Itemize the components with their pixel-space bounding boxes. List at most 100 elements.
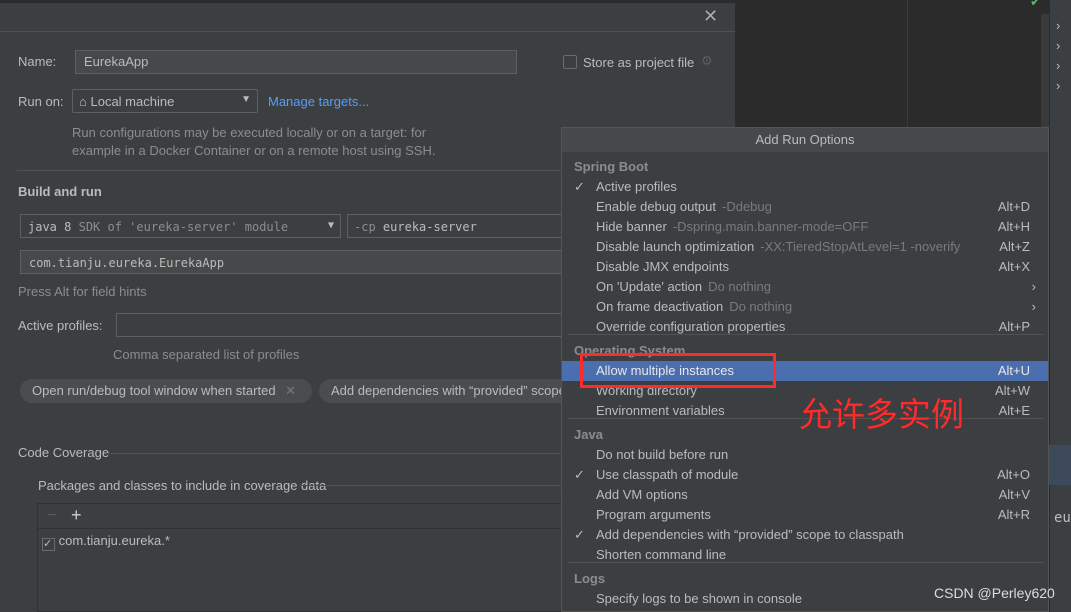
highlight-box bbox=[580, 353, 776, 388]
menu-item-text: Specify logs to be shown in console bbox=[596, 591, 802, 606]
check-icon: ✓ bbox=[574, 179, 585, 194]
active-profiles-input[interactable] bbox=[116, 313, 566, 337]
menu-item-hint: -Ddebug bbox=[722, 199, 772, 214]
menu-item-label: Active profiles bbox=[596, 177, 677, 197]
menu-item-text: Environment variables bbox=[596, 403, 725, 418]
menu-item-shortcut: Alt+R bbox=[997, 507, 1030, 522]
chevron-right-icon[interactable]: › bbox=[1056, 58, 1060, 73]
popup-title: Add Run Options bbox=[562, 128, 1048, 152]
name-input[interactable]: EurekaApp bbox=[75, 50, 517, 74]
gear-icon[interactable]: ⚙ bbox=[701, 53, 713, 69]
menu-item[interactable]: Program arguments Alt+R bbox=[562, 505, 1048, 525]
menu-item-shortcut: Alt+W bbox=[994, 383, 1030, 398]
menu-item-label: Disable JMX endpoints bbox=[596, 257, 729, 277]
menu-item-shortcut: Alt+U bbox=[997, 363, 1030, 378]
menu-item-shortcut: Alt+D bbox=[997, 199, 1030, 214]
classpath-select[interactable]: -cp eureka-server bbox=[347, 214, 567, 238]
menu-section-title: Spring Boot bbox=[574, 159, 649, 174]
editor-panel-header bbox=[1049, 445, 1071, 485]
chevron-right-icon: › bbox=[1031, 279, 1036, 294]
menu-separator bbox=[568, 562, 1044, 563]
menu-item-text: On 'Update' action bbox=[596, 279, 703, 294]
menu-item-label: On 'Update' action Do nothing bbox=[596, 277, 771, 297]
manage-targets-link[interactable]: Manage targets... bbox=[268, 94, 369, 109]
editor-text: eu bbox=[1054, 510, 1071, 526]
menu-item-label: Disable launch optimization -XX:TieredSto… bbox=[596, 237, 960, 257]
menu-item-label: Use classpath of module bbox=[596, 465, 738, 485]
store-label: Store as project file bbox=[583, 55, 695, 70]
profiles-hint: Comma separated list of profiles bbox=[113, 347, 300, 362]
menu-item[interactable]: On frame deactivation Do nothing › bbox=[562, 297, 1048, 317]
watermark: CSDN @Perley620 bbox=[934, 585, 1055, 601]
menu-item-label: Do not build before run bbox=[596, 445, 728, 465]
menu-section-title: Java bbox=[574, 427, 603, 442]
menu-item[interactable]: ✓ Active profiles bbox=[562, 177, 1048, 197]
remove-icon[interactable]: − bbox=[47, 507, 56, 525]
menu-item-hint: Do nothing bbox=[708, 279, 772, 294]
option-chip[interactable]: Open run/debug tool window when started … bbox=[20, 379, 312, 403]
menu-item[interactable]: ✓ Use classpath of module Alt+O bbox=[562, 465, 1048, 485]
build-and-run-title: Build and run bbox=[18, 184, 102, 199]
menu-item-shortcut: Alt+X bbox=[998, 259, 1030, 274]
chevron-right-icon[interactable]: › bbox=[1056, 78, 1060, 93]
menu-item-text: Enable debug output bbox=[596, 199, 716, 214]
menu-item[interactable]: ✓ Add dependencies with “provided” scope … bbox=[562, 525, 1048, 545]
menu-item-hint: -XX:TieredStopAtLevel=1 -noverify bbox=[760, 239, 961, 254]
menu-separator bbox=[568, 334, 1044, 335]
option-chip[interactable]: Add dependencies with “provided” scope bbox=[319, 379, 567, 403]
menu-item-text: Hide banner bbox=[596, 219, 667, 234]
code-coverage-title: Code Coverage bbox=[18, 445, 110, 460]
coverage-toolbar: − + bbox=[38, 504, 567, 529]
menu-item[interactable]: Enable debug output -Ddebug Alt+D bbox=[562, 197, 1048, 217]
chevron-right-icon: › bbox=[1031, 299, 1036, 314]
menu-item-hint: Do nothing bbox=[729, 299, 793, 314]
menu-item-label: Hide banner -Dspring.main.banner-mode=OFF bbox=[596, 217, 868, 237]
field-hints: Press Alt for field hints bbox=[18, 284, 147, 299]
menu-item-label: Specify logs to be shown in console bbox=[596, 589, 802, 609]
coverage-table: − + ✓ com.tianju.eureka.* bbox=[37, 503, 567, 612]
coverage-packages-label: Packages and classes to include in cover… bbox=[38, 478, 327, 493]
cp-value: eureka-server bbox=[382, 220, 477, 234]
menu-item-text: Disable launch optimization bbox=[596, 239, 755, 254]
active-profiles-label: Active profiles: bbox=[18, 318, 103, 333]
checkbox-checked[interactable]: ✓ bbox=[42, 538, 55, 551]
menu-item-text: Shorten command line bbox=[596, 547, 727, 562]
menu-item[interactable]: Add VM options Alt+V bbox=[562, 485, 1048, 505]
menu-item[interactable]: Disable JMX endpoints Alt+X bbox=[562, 257, 1048, 277]
menu-item-hint: -Dspring.main.banner-mode=OFF bbox=[672, 219, 869, 234]
run-on-value: Local machine bbox=[90, 94, 175, 109]
coverage-item[interactable]: ✓ com.tianju.eureka.* bbox=[42, 533, 170, 551]
coverage-item-label: com.tianju.eureka.* bbox=[58, 533, 170, 548]
chip-label: Open run/debug tool window when started bbox=[32, 383, 276, 398]
menu-item-text: Add dependencies with “provided” scope t… bbox=[596, 527, 904, 542]
menu-item-shortcut: Alt+V bbox=[998, 487, 1030, 502]
chevron-right-icon[interactable]: › bbox=[1056, 18, 1060, 33]
menu-item-text: Disable JMX endpoints bbox=[596, 259, 729, 274]
sdk-value: java 8 bbox=[28, 220, 72, 234]
add-icon[interactable]: + bbox=[71, 505, 82, 526]
annotation-text: 允许多实例 bbox=[799, 395, 964, 434]
chevron-down-icon: ▼ bbox=[327, 220, 334, 231]
menu-item[interactable]: Hide banner -Dspring.main.banner-mode=OFF… bbox=[562, 217, 1048, 237]
run-on-label: Run on: bbox=[18, 94, 64, 109]
close-icon[interactable]: ✕ bbox=[285, 383, 296, 398]
chevron-down-icon: ▼ bbox=[241, 94, 251, 105]
sdk-select[interactable]: java 8 SDK of 'eureka-server' module ▼ bbox=[20, 214, 341, 238]
menu-item[interactable]: Do not build before run bbox=[562, 445, 1048, 465]
menu-item-label: Program arguments bbox=[596, 505, 711, 525]
run-on-hint-1: Run configurations may be executed local… bbox=[72, 125, 427, 140]
menu-item-label: Add dependencies with “provided” scope t… bbox=[596, 525, 904, 545]
check-status-icon: ✔ bbox=[1030, 0, 1041, 9]
menu-item[interactable]: On 'Update' action Do nothing › bbox=[562, 277, 1048, 297]
menu-item-label: On frame deactivation Do nothing bbox=[596, 297, 792, 317]
main-class-input[interactable]: com.tianju.eureka.EurekaApp bbox=[20, 250, 565, 274]
chip-label: Add dependencies with “provided” scope bbox=[331, 383, 566, 398]
chevron-right-icon[interactable]: › bbox=[1056, 38, 1060, 53]
run-on-select[interactable]: ⌂ Local machine ▼ bbox=[72, 89, 258, 113]
menu-item[interactable]: Disable launch optimization -XX:TieredSto… bbox=[562, 237, 1048, 257]
menu-item-text: Override configuration properties bbox=[596, 319, 786, 334]
menu-item-shortcut: Alt+Z bbox=[999, 239, 1030, 254]
close-icon[interactable]: ✕ bbox=[703, 6, 718, 27]
store-checkbox[interactable] bbox=[563, 55, 577, 69]
name-label: Name: bbox=[18, 54, 57, 69]
